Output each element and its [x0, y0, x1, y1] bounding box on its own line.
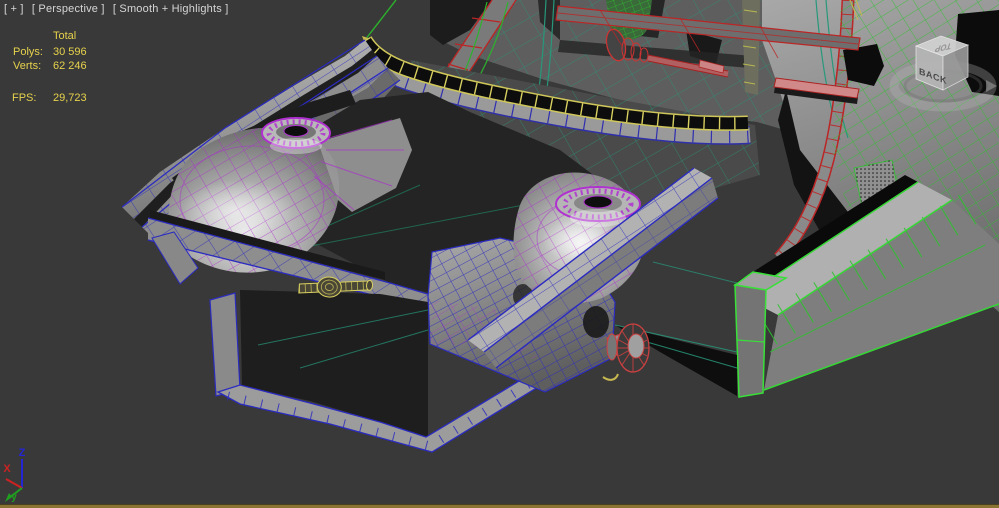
viewport-menu-shading[interactable]: [ Smooth + Highlights ]: [113, 3, 229, 15]
car-model[interactable]: [121, 0, 999, 453]
axis-gizmo: Z X y: [3, 447, 25, 503]
viewport-menu-general[interactable]: [ + ]: [4, 3, 24, 15]
axis-z-label: Z: [19, 447, 26, 459]
axis-y-label: y: [11, 492, 17, 503]
stats-fps-value: 29,723: [53, 92, 87, 104]
axis-x-label: X: [3, 463, 11, 475]
viewport[interactable]: Z X y BACK TOP [ + ] [ Perspective ] [ S…: [0, 0, 999, 508]
rocker-sill[interactable]: [733, 175, 999, 398]
stats-polys-label: Polys:: [13, 46, 43, 58]
front-post[interactable]: [209, 292, 241, 397]
viewport-canvas[interactable]: Z X y BACK TOP: [0, 0, 999, 508]
strut-cap-left: [261, 117, 331, 154]
stats-verts-label: Verts:: [13, 60, 42, 72]
stats-verts-value: 62 246: [53, 60, 87, 72]
stats-header: Total: [53, 30, 77, 42]
viewport-bottom-border: [0, 504, 999, 508]
stats-fps-label: FPS:: [12, 92, 37, 104]
stats-polys-value: 30 596: [53, 46, 87, 58]
viewport-label: [ + ] [ Perspective ] [ Smooth + Highlig…: [4, 3, 233, 15]
viewport-menu-pov[interactable]: [ Perspective ]: [32, 3, 105, 15]
